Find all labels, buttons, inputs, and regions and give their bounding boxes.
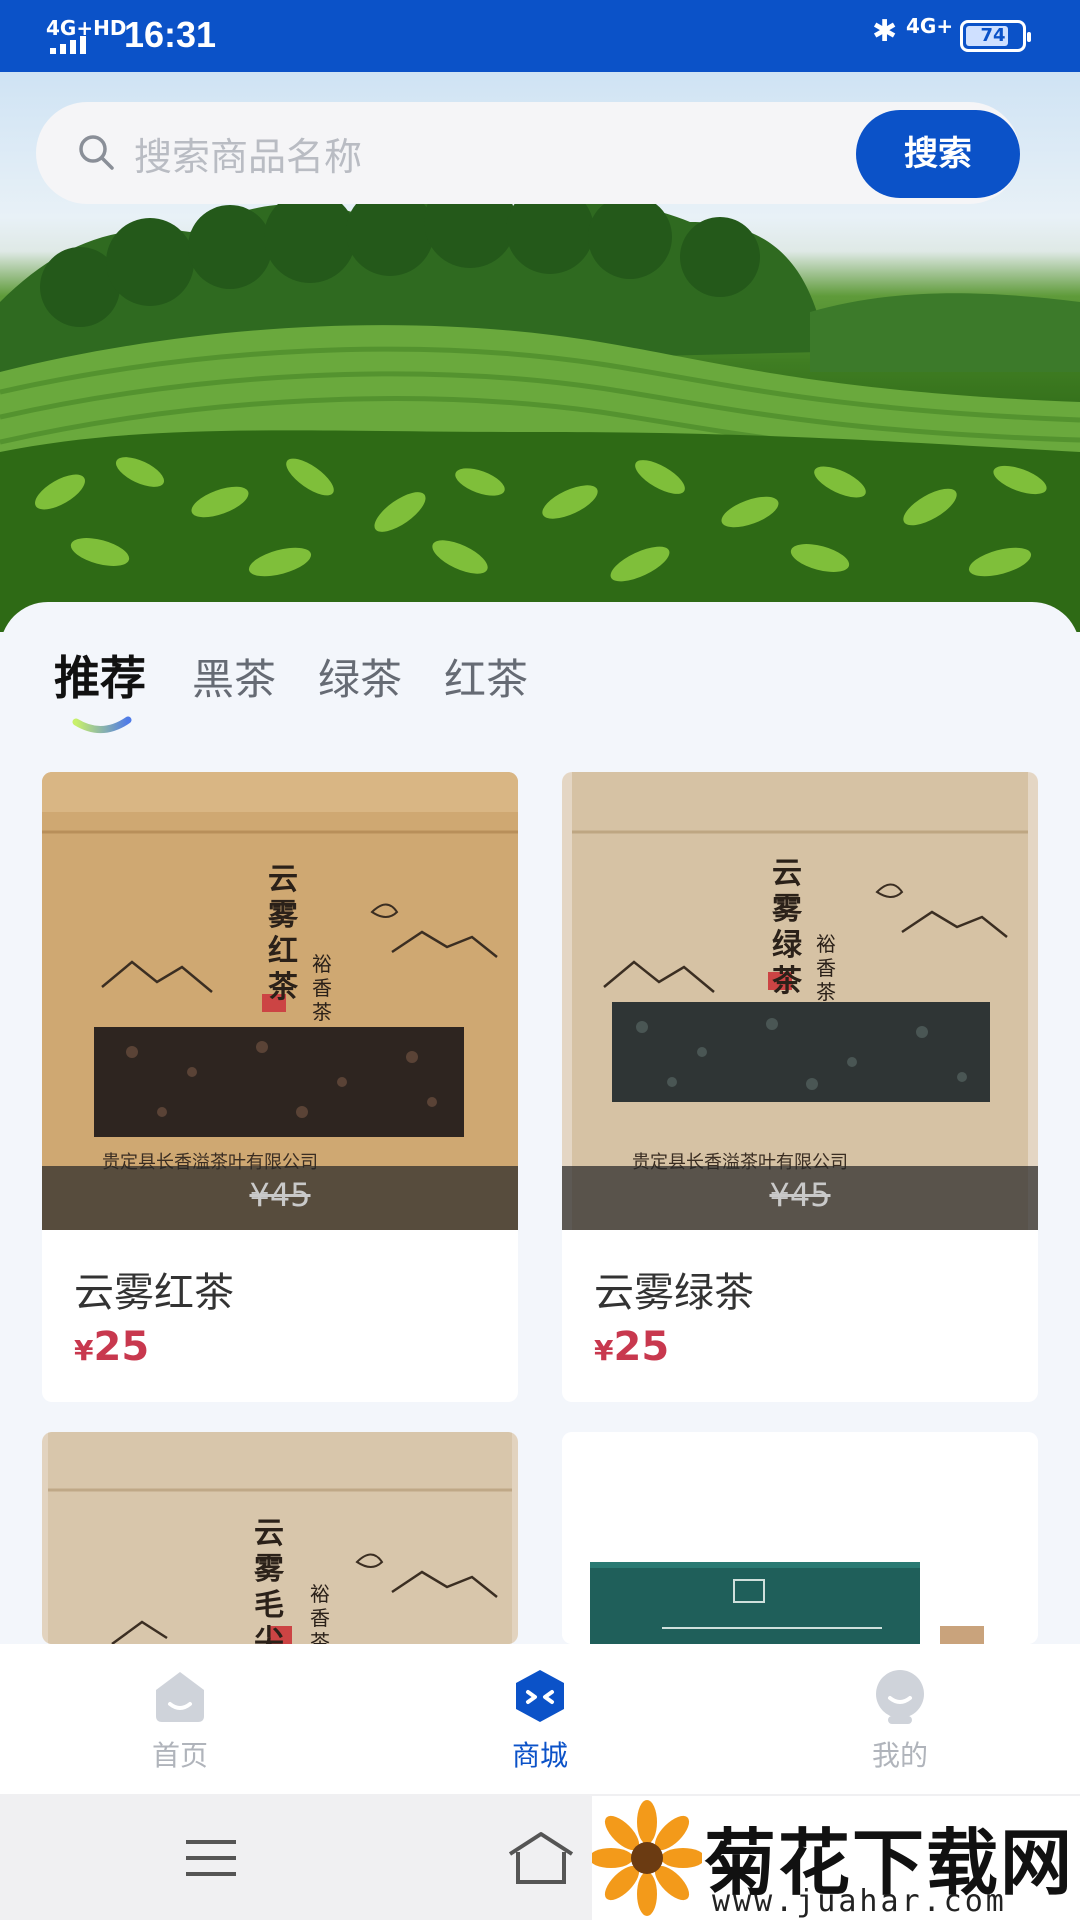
- nav-item-profile[interactable]: 我的: [780, 1644, 1020, 1794]
- bottom-navigation: 首页 商城 我的: [0, 1644, 1080, 1794]
- shop-icon: [516, 1670, 564, 1722]
- search-button[interactable]: 搜索: [856, 110, 1020, 198]
- signal-strength-icon: [50, 36, 86, 54]
- status-bar: 4G+HD 16:31 ✱ 4G+ 74: [0, 0, 1080, 72]
- clock-time: 16:31: [124, 14, 217, 55]
- original-price-band: ¥45: [562, 1166, 1038, 1230]
- price-currency: ¥: [74, 1334, 94, 1367]
- bag-title: 云雾绿茶: [772, 856, 802, 999]
- home-icon: [156, 1672, 204, 1722]
- category-tabs: 推荐 黑茶 绿茶 红茶: [0, 602, 1080, 742]
- bag-title: 云雾毛尖: [254, 1516, 284, 1644]
- price-value: 25: [613, 1324, 670, 1370]
- search-icon: [79, 135, 114, 170]
- watermark: 菊花下载网 www.juahar.com: [592, 1796, 1080, 1920]
- chrysanthemum-logo-icon: [592, 1800, 702, 1916]
- product-price: ¥25: [74, 1324, 149, 1370]
- original-price: ¥45: [249, 1176, 311, 1214]
- nav-label-shop: 商城: [511, 1739, 568, 1772]
- product-image: 云雾绿茶 裕香茶 贵定县长香溢茶叶有限公司 ¥45: [562, 772, 1038, 1230]
- bag-brand: 裕香茶: [312, 952, 332, 1024]
- product-card[interactable]: [562, 1432, 1038, 1644]
- profile-icon: [876, 1670, 924, 1724]
- bag-brand: 裕香茶: [816, 932, 836, 1004]
- tab-recommend[interactable]: 推荐: [54, 642, 146, 708]
- nav-label-profile: 我的: [871, 1739, 928, 1772]
- active-tab-indicator: [72, 716, 132, 733]
- price-value: 25: [93, 1324, 150, 1370]
- product-card[interactable]: 云雾毛尖 裕香茶: [42, 1432, 518, 1644]
- product-name: 云雾绿茶: [594, 1270, 754, 1316]
- nav-label-home: 首页: [151, 1739, 208, 1772]
- watermark-url: www.juahar.com: [712, 1884, 1007, 1919]
- nav-item-home[interactable]: 首页: [60, 1644, 300, 1794]
- product-price: ¥25: [594, 1324, 669, 1370]
- product-card[interactable]: 云雾绿茶 裕香茶 贵定县长香溢茶叶有限公司 ¥45 云雾绿茶 ¥25: [562, 772, 1038, 1402]
- original-price-band: ¥45: [42, 1166, 518, 1230]
- product-image: 云雾红茶 裕香茶 贵定县长香溢茶叶有限公司 ¥45: [42, 772, 518, 1230]
- tab-dark-tea[interactable]: 黑茶: [192, 646, 276, 707]
- tab-green-tea[interactable]: 绿茶: [318, 646, 402, 707]
- search-bar: 搜索商品名称 搜索: [36, 102, 1020, 204]
- bag-title: 云雾红茶: [268, 862, 298, 1005]
- battery-level: 74: [980, 25, 1006, 46]
- menu-icon[interactable]: [186, 1838, 236, 1878]
- tab-black-tea[interactable]: 红茶: [444, 646, 528, 707]
- nav-item-shop[interactable]: 商城: [420, 1644, 660, 1794]
- product-image: 云雾毛尖 裕香茶: [42, 1432, 518, 1644]
- product-name: 云雾红茶: [74, 1270, 234, 1316]
- bluetooth-icon: ✱: [872, 14, 898, 49]
- search-input[interactable]: 搜索商品名称: [134, 126, 362, 181]
- bag-brand: 裕香茶: [310, 1582, 330, 1644]
- original-price: ¥45: [769, 1176, 831, 1214]
- system-home-icon[interactable]: [506, 1830, 576, 1886]
- network-type-right: 4G+: [906, 14, 954, 38]
- battery-icon: 74: [960, 20, 1031, 52]
- price-currency: ¥: [594, 1334, 614, 1367]
- product-image: [562, 1432, 1038, 1644]
- product-card[interactable]: 云雾红茶 裕香茶 贵定县长香溢茶叶有限公司 ¥45 云雾红茶 ¥25: [42, 772, 518, 1402]
